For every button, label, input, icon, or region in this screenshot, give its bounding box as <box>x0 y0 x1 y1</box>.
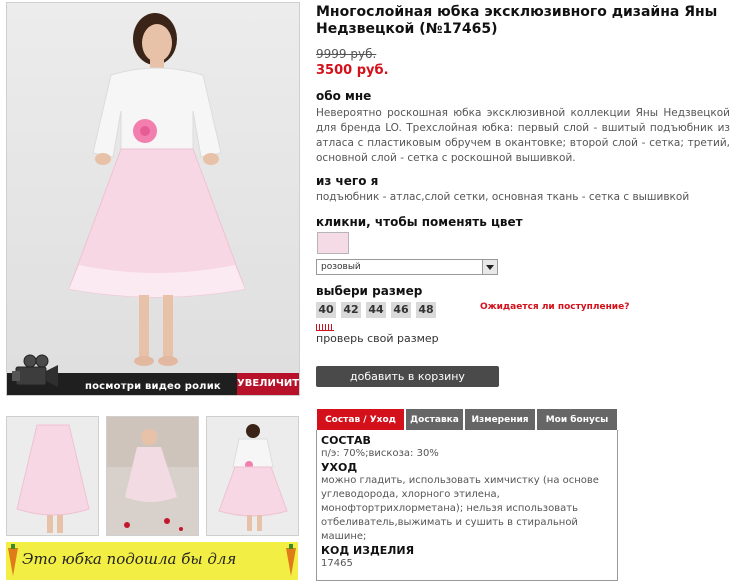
item-code-value: 17465 <box>321 558 353 569</box>
tab-panel: СОСТАВ п/э: 70%;вискоза: 30% УХОД можно … <box>316 430 618 581</box>
thumbnail-1[interactable] <box>6 416 99 536</box>
check-size-link[interactable]: проверь свой размер <box>316 332 439 345</box>
size-option-44[interactable]: 44 <box>366 302 386 318</box>
awaiting-stock-link[interactable]: Ожидается ли поступление? <box>480 302 629 312</box>
size-option-40[interactable]: 40 <box>316 302 336 318</box>
composition-heading: СОСТАВ <box>321 434 371 447</box>
item-code-heading: КОД ИЗДЕЛИЯ <box>321 544 415 557</box>
about-text: Невероятно роскошная юбка эксклюзивной к… <box>316 107 730 164</box>
product-tabs: Состав / Уход Доставка Измерения Мои бон… <box>317 409 617 431</box>
carrot-icon <box>286 544 296 576</box>
carrot-icon <box>8 544 18 576</box>
care-text: можно гладить, использовать химчистку (н… <box>321 475 599 542</box>
tab-bonuses[interactable]: Мои бонусы <box>537 409 617 431</box>
material-heading: из чего я <box>316 174 379 188</box>
video-camera-icon[interactable] <box>10 353 60 393</box>
thumbnail-3[interactable] <box>206 416 299 536</box>
main-product-photo[interactable]: посмотри видео ролик УВЕЛИЧИТЬ <box>6 2 300 396</box>
color-swatch-pink[interactable] <box>317 232 349 254</box>
dropdown-button[interactable] <box>482 260 497 274</box>
product-title: Многослойная юбка эксклюзивного дизайна … <box>316 4 718 37</box>
about-heading: обо мне <box>316 89 372 103</box>
size-option-46[interactable]: 46 <box>391 302 411 318</box>
thumbnail-image <box>107 417 198 535</box>
old-price: 9999 руб. <box>316 47 377 61</box>
thumbnail-2[interactable] <box>106 416 199 536</box>
tab-measurements[interactable]: Измерения <box>465 409 535 431</box>
tab-delivery[interactable]: Доставка <box>406 409 463 431</box>
ruler-icon[interactable] <box>316 324 334 331</box>
material-text: подъюбник - атлас,слой сетки, основная т… <box>316 191 690 203</box>
promo-banner[interactable]: Это юбка подошла бы для <box>6 542 298 580</box>
color-heading: кликни, чтобы поменять цвет <box>316 215 523 229</box>
composition-text: п/э: 70%;вискоза: 30% <box>321 448 439 459</box>
care-content: СОСТАВ п/э: 70%;вискоза: 30% УХОД можно … <box>321 434 613 571</box>
watch-video-label[interactable]: посмотри видео ролик <box>85 381 221 392</box>
size-option-42[interactable]: 42 <box>341 302 361 318</box>
zoom-button[interactable]: УВЕЛИЧИТЬ <box>237 373 299 395</box>
care-heading: УХОД <box>321 461 358 474</box>
size-option-48[interactable]: 48 <box>416 302 436 318</box>
thumbnail-image <box>207 417 298 535</box>
size-heading: выбери размер <box>316 284 423 298</box>
model-illustration <box>68 13 246 366</box>
add-to-cart-button[interactable]: добавить в корзину <box>316 366 499 387</box>
thumbnail-image <box>7 417 98 535</box>
current-price: 3500 руб. <box>316 63 389 78</box>
color-select[interactable]: розовый <box>316 259 498 275</box>
tab-composition-care[interactable]: Состав / Уход <box>317 409 404 431</box>
color-select-value: розовый <box>321 262 361 272</box>
banner-text: Это юбка подошла бы для <box>22 550 237 568</box>
chevron-down-icon <box>486 265 494 270</box>
